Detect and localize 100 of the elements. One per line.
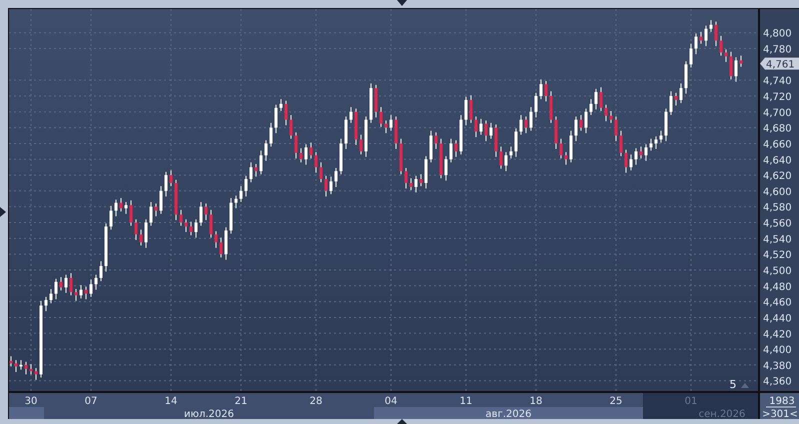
candlestick: [320, 162, 322, 183]
candlestick: [470, 94, 472, 124]
price-label: 4,761: [760, 58, 799, 71]
axis-tick-label: 4,400: [763, 345, 792, 356]
candlestick: [614, 116, 618, 142]
axis-tick-label: 18: [530, 396, 542, 407]
axis-tick-label: 4,440: [763, 313, 792, 324]
candlestick: [604, 104, 608, 122]
candlestick: [90, 278, 92, 298]
candlestick: [520, 114, 522, 136]
axis-tick-label: 4,560: [763, 218, 792, 230]
candlestick: [640, 146, 642, 159]
candlestick: [114, 199, 118, 217]
candlestick: [480, 118, 482, 136]
candlestick: [24, 361, 28, 375]
candlestick: [270, 122, 272, 148]
candlestick: [10, 356, 12, 367]
candlestick: [714, 21, 718, 47]
candlestick: [140, 229, 142, 246]
candlestick: [524, 116, 528, 134]
candlestick: [484, 120, 488, 142]
candlestick: [130, 200, 132, 226]
candlestick: [390, 114, 392, 132]
candlestick: [244, 175, 248, 197]
axis-tick-label: 4,580: [763, 202, 792, 214]
candlestick: [534, 92, 538, 118]
candlestick: [440, 138, 442, 179]
candlestick: [64, 274, 68, 294]
candlestick: [740, 55, 742, 68]
axis-tick-label: 30: [24, 396, 38, 407]
candlestick: [164, 171, 168, 197]
candlestick: [580, 114, 582, 132]
candlestick: [500, 146, 502, 170]
candlestick: [294, 132, 298, 159]
candlestick: [364, 116, 368, 158]
candlestick: [600, 86, 602, 112]
candlestick: [134, 218, 138, 240]
axis-tick-label: 21: [234, 396, 248, 407]
candlestick: [350, 106, 352, 124]
candlestick: [660, 130, 662, 144]
candlestick: [380, 106, 382, 128]
axis-tick-label: 07: [84, 396, 98, 407]
candlestick: [670, 90, 672, 116]
axis-tick-label: 28: [310, 396, 322, 407]
caret-right-icon[interactable]: [0, 207, 6, 217]
candlestick: [330, 176, 332, 195]
candlestick: [234, 195, 238, 209]
candlestick: [700, 31, 702, 44]
candlestick: [160, 186, 162, 214]
candlestick: [340, 138, 342, 175]
candlestick: [334, 167, 338, 188]
candlestick: [80, 284, 82, 299]
axis-tick-label: 4,600: [763, 186, 792, 198]
candlestick: [644, 144, 648, 162]
marker-count: 5: [730, 378, 736, 391]
candlestick: [150, 201, 152, 226]
candlestick: [560, 138, 562, 159]
candlestick: [570, 130, 572, 163]
candlestick: [174, 179, 178, 221]
candlestick: [210, 209, 212, 238]
candlestick: [684, 60, 688, 94]
candlestick: [414, 175, 418, 193]
candlestick: [720, 35, 722, 56]
candlestick: [654, 136, 658, 150]
candlestick: [100, 260, 102, 282]
candlestick: [554, 116, 558, 150]
axis-tick-label: 01: [684, 396, 698, 407]
candlestick: [704, 25, 708, 47]
candlestick: [50, 288, 52, 304]
candlestick: [574, 116, 578, 142]
axis-tick-label: 4,800: [763, 28, 792, 40]
candlestick: [360, 134, 362, 156]
candlestick: [550, 90, 552, 124]
candlestick: [20, 360, 22, 370]
candlestick: [120, 198, 122, 212]
candlestick: [474, 116, 478, 138]
axis-tick-label: 4,360: [763, 376, 792, 388]
candlestick: [300, 148, 302, 163]
axis-tick-label: 04: [384, 396, 398, 407]
candlestick: [384, 120, 388, 134]
candlestick: [224, 226, 228, 260]
candlestick: [430, 130, 432, 163]
candlestick: [274, 104, 278, 134]
candlestick: [590, 98, 592, 116]
axis-tick-label: 4,740: [763, 76, 792, 88]
month-label: июл.2026: [184, 409, 234, 419]
candlestick: [250, 162, 252, 183]
month-label: авг.2026: [486, 409, 532, 419]
candlestick: [84, 286, 88, 300]
candlestick: [240, 186, 242, 202]
candlestick: [264, 140, 268, 162]
candlestick: [504, 152, 508, 172]
candlestick: [190, 221, 192, 236]
candlestick: [74, 288, 78, 302]
axis-tick-label: 4,700: [763, 108, 792, 119]
candlestick: [530, 106, 532, 132]
candlestick: [510, 146, 512, 159]
candlestick: [584, 108, 588, 134]
caret-down-icon[interactable]: [397, 0, 407, 6]
candlestick: [290, 114, 292, 140]
